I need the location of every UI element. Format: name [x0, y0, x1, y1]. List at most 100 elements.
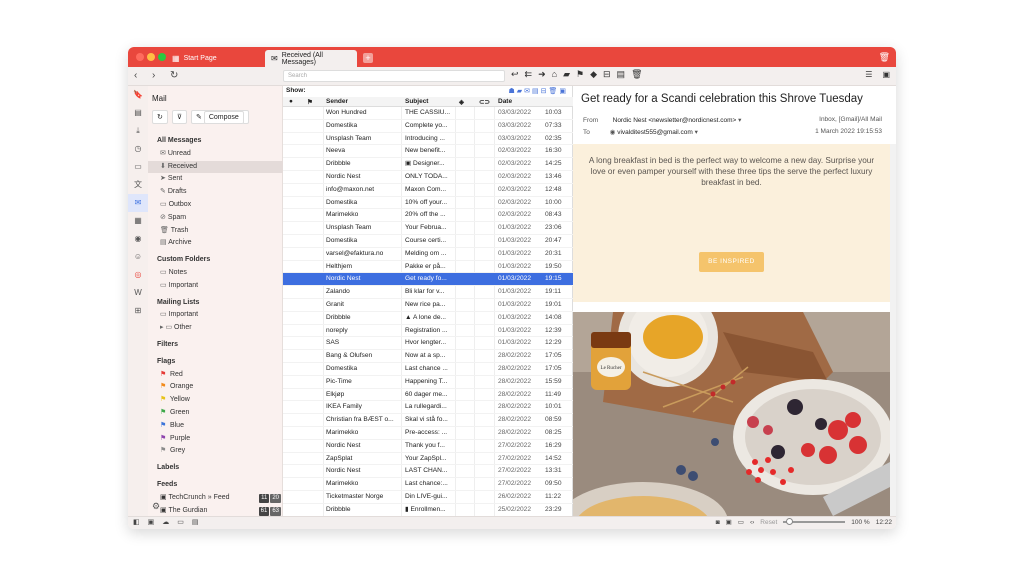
folder-item[interactable]: ➤ Sent	[148, 173, 283, 186]
subject-column-header[interactable]: Subject	[405, 98, 428, 105]
translate-icon[interactable]: 文	[128, 176, 148, 194]
message-row[interactable]: Won Hundred THE CASSIU... 03/03/2022 10:03	[283, 107, 573, 120]
date-column-header[interactable]: Date	[498, 98, 512, 105]
message-row[interactable]: noreply Registration ... 01/03/2022 12:39	[283, 325, 573, 338]
message-row[interactable]: Elkjøp 60 dager me... 28/02/2022 11:49	[283, 389, 573, 402]
message-row[interactable]: Marimekko Pre-access: ... 28/02/2022 08:25	[283, 427, 573, 440]
folder-item[interactable]: ▭ Notes	[148, 267, 283, 280]
screen-icon[interactable]: ▭	[738, 518, 744, 526]
message-row[interactable]: Nordic Nest Get ready fo... 01/03/2022 19:1…	[283, 273, 573, 287]
flag-item[interactable]: ⚑ Yellow	[148, 394, 283, 407]
message-row[interactable]: Domestika Complete yo... 03/03/2022 07:33	[283, 120, 573, 133]
message-row[interactable]: Bang & Olufsen Now at a sp... 28/02/2022 17…	[283, 350, 573, 363]
zoom-reset-button[interactable]: Reset	[760, 519, 777, 526]
flag-item[interactable]: ⚑ Purple	[148, 433, 283, 446]
message-row[interactable]: Domestika Last chance ... 28/02/2022 17:05	[283, 363, 573, 376]
message-row[interactable]: Marimekko Last chance:... 27/02/2022 09:50	[283, 478, 573, 491]
folder-item[interactable]: ▭ Outbox	[148, 199, 283, 212]
reader-scrollbar[interactable]	[890, 144, 896, 516]
forward-icon[interactable]: ›	[152, 70, 155, 82]
compose-button[interactable]: ✎ Compose	[191, 110, 249, 124]
mail-panel-icon[interactable]: ✉	[128, 194, 148, 212]
reload-icon[interactable]: ↻	[170, 70, 178, 82]
bookmark-icon[interactable]: 🔖	[128, 86, 148, 104]
panel-toggle-icon[interactable]: ◧	[133, 518, 140, 526]
add-panel-icon[interactable]: ⊞	[128, 302, 148, 320]
message-row[interactable]: Christian fra BÆST o... Skal vi stå fo...…	[283, 414, 573, 427]
message-row[interactable]: Unsplash Team Your Februa... 01/03/2022 23:…	[283, 222, 573, 235]
forward-mail-icon[interactable]: ➜	[538, 69, 546, 80]
flag-item[interactable]: ⚑ Grey	[148, 445, 283, 458]
layout-toggle-icon[interactable]: ▤	[192, 518, 199, 526]
tab-tiling-icon[interactable]: ▣	[148, 518, 155, 526]
from-address[interactable]: Nordic Nest <newsletter@nordicnest.com>	[613, 117, 737, 124]
contacts-icon[interactable]: ☺	[128, 248, 148, 266]
flag-icon[interactable]: ⚑	[576, 69, 584, 80]
delete-icon[interactable]: 🗑	[631, 69, 642, 80]
reply-icon[interactable]: ↩	[511, 69, 519, 80]
flag-item[interactable]: ⚑ Green	[148, 407, 283, 420]
unread-column-icon[interactable]: ●	[289, 98, 293, 105]
folder-item[interactable]: ⊘ Spam	[148, 212, 283, 225]
folder-item[interactable]: 🗑 Trash	[148, 225, 283, 238]
maximize-window-button[interactable]	[158, 53, 166, 61]
home-icon[interactable]: ⌂	[552, 69, 557, 80]
message-row[interactable]: Unsplash Team Introducing ... 03/03/2022 02…	[283, 133, 573, 146]
message-row[interactable]: Zalando Bli klar for v... 01/03/2022 19:11	[283, 286, 573, 299]
feed-icon[interactable]: ◉	[128, 230, 148, 248]
message-row[interactable]: Granit New rice pa... 01/03/2022 19:01	[283, 299, 573, 312]
to-address[interactable]: vivalditest555@gmail.com	[617, 129, 693, 136]
back-icon[interactable]: ‹	[134, 70, 137, 82]
be-inspired-button[interactable]: BE INSPIRED	[699, 252, 764, 272]
filter-icon[interactable]: ⊽	[171, 110, 187, 124]
tab-start-page[interactable]: ▦ Start Page	[166, 50, 258, 67]
message-row[interactable]: Ticketmaster Norge Din LIVE-gui... 26/02/2…	[283, 491, 573, 504]
label-column-icon[interactable]: ◈	[459, 98, 464, 106]
folder-item[interactable]: ▭ Important	[148, 280, 283, 293]
tab-received[interactable]: ✉ Received (All Messages)	[265, 50, 357, 67]
message-row[interactable]: varsel@efaktura.no Melding om ... 01/03/20…	[283, 248, 573, 261]
minimize-window-button[interactable]	[147, 53, 155, 61]
sender-column-header[interactable]: Sender	[326, 98, 348, 105]
reading-list-icon[interactable]: ▤	[128, 104, 148, 122]
reply-all-icon[interactable]: ⇇	[525, 69, 533, 80]
refresh-icon[interactable]: ↻	[152, 110, 168, 124]
archive-icon[interactable]: ▤	[617, 69, 626, 80]
flag-item[interactable]: ⚑ Orange	[148, 381, 283, 394]
closed-tabs-icon[interactable]: 🗑	[879, 52, 890, 63]
message-row[interactable]: Domestika 10% off your... 02/03/2022 10:00	[283, 197, 573, 210]
flag-column-icon[interactable]: ⚑	[307, 98, 313, 106]
folder-item[interactable]: ▭ Important	[148, 309, 283, 322]
folder-item[interactable]: ✎ Drafts	[148, 186, 283, 199]
sync-icon[interactable]: ☁	[162, 518, 169, 526]
message-row[interactable]: Dribbble ▣ Designer... 02/03/2022 14:25	[283, 158, 573, 171]
flag-item[interactable]: ⚑ Red	[148, 369, 283, 382]
attachment-column-icon[interactable]: ⊂⊃	[479, 98, 490, 106]
message-row[interactable]: Marimekko 20% off the ... 02/03/2022 08:43	[283, 209, 573, 223]
message-row[interactable]: Helthjem Pakke er på... 01/03/2022 19:50	[283, 261, 573, 274]
new-tab-button[interactable]: +	[363, 53, 373, 63]
folder-item[interactable]: ✉ Unread	[148, 148, 283, 161]
close-window-button[interactable]	[136, 53, 144, 61]
folder-item[interactable]: ▸ ▭ Other	[148, 322, 283, 335]
message-row[interactable]: Nordic Nest LAST CHAN... 27/02/2022 13:31	[283, 465, 573, 479]
download-icon[interactable]: ⤓	[128, 122, 148, 140]
message-row[interactable]: SAS Hvor lengter... 01/03/2022 12:29	[283, 337, 573, 351]
label-icon[interactable]: ◆	[590, 69, 597, 80]
message-row[interactable]: Domestika Course certi... 01/03/2022 20:47	[283, 235, 573, 248]
message-row[interactable]: Neeva New benefit... 02/03/2022 16:30	[283, 145, 573, 159]
vivaldi-icon[interactable]: ◎	[128, 266, 148, 284]
history-icon[interactable]: ◷	[128, 140, 148, 158]
folder-item[interactable]: ▤ Archive	[148, 237, 283, 250]
message-row[interactable]: Nordic Nest ONLY TODA... 02/03/2022 13:46	[283, 171, 573, 184]
window-icon[interactable]: ▭	[128, 158, 148, 176]
capture-icon[interactable]: ◙	[716, 519, 720, 526]
message-row[interactable]: Dribbble ▮ Enrollmen... 25/02/2022 23:29	[283, 504, 573, 517]
settings-icon[interactable]: ⚙	[152, 501, 160, 512]
image-icon[interactable]: ▣	[726, 518, 732, 526]
message-row[interactable]: Dribbble ▲ A lone de... 01/03/2022 14:08	[283, 312, 573, 325]
flag-item[interactable]: ⚑ Blue	[148, 420, 283, 433]
message-row[interactable]: info@maxon.net Maxon Com... 02/03/2022 12:4…	[283, 184, 573, 197]
folder-item[interactable]: ⬇ Received	[148, 160, 283, 174]
feed-item[interactable]: 20 11 ▣ TechCrunch » Feed	[148, 492, 283, 505]
